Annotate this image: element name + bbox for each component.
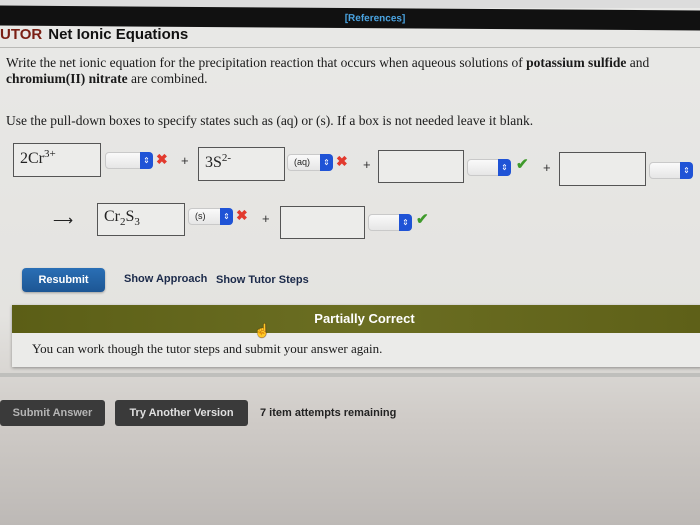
subscript: 3 [134, 216, 140, 228]
select-arrow-icon: ⇕ [680, 162, 693, 179]
question-part: Write the net ionic equation for the pre… [6, 55, 527, 70]
reactant-3-state-select[interactable]: ⇕ [467, 159, 511, 176]
state-value: (s) [195, 211, 206, 221]
select-arrow-icon: ⇕ [140, 152, 153, 169]
reactant-2-state-select[interactable]: (aq) ⇕ [287, 154, 333, 171]
feedback-status-bar: Partially Correct [12, 305, 700, 333]
hand-cursor-icon: ☝ [254, 323, 271, 338]
incorrect-x-icon: ✖ [236, 207, 248, 223]
question-text: Write the net ionic equation for the pre… [6, 55, 686, 87]
reagent-2: chromium(II) nitrate [6, 71, 128, 86]
state-value: (aq) [294, 157, 311, 167]
question-part: are combined. [127, 71, 208, 86]
reaction-arrow: ⟶ [53, 212, 74, 228]
plus-sign: + [363, 157, 371, 172]
incorrect-x-icon: ✖ [156, 151, 168, 167]
select-arrow-icon: ⇕ [220, 208, 233, 225]
product-2-input[interactable] [280, 206, 365, 239]
try-another-version-button[interactable]: Try Another Version [115, 400, 248, 426]
submit-answer-button[interactable]: Submit Answer [0, 400, 105, 426]
resubmit-button[interactable]: Resubmit [22, 268, 105, 292]
section-divider [0, 373, 700, 377]
references-link[interactable]: [References] [345, 13, 406, 24]
plus-sign: + [181, 153, 189, 168]
correct-check-icon: ✔ [516, 156, 529, 173]
coef: 2 [20, 150, 28, 167]
reagent-1: potassium sulfide [526, 55, 627, 70]
select-arrow-icon: ⇕ [399, 214, 412, 231]
attempts-remaining: 7 item attempts remaining [260, 407, 397, 419]
feedback-message: You can work though the tutor steps and … [32, 341, 383, 356]
correct-check-icon: ✔ [416, 211, 429, 228]
element: Cr [104, 208, 120, 225]
reactant-1-input[interactable]: 2Cr3+ [13, 143, 101, 177]
page-header: UTOR Net Ionic Equations [0, 26, 700, 48]
question-part: and [626, 55, 650, 70]
charge: 3+ [44, 148, 56, 160]
product-1-input[interactable]: Cr2S3 [97, 203, 185, 236]
reactant-3-input[interactable] [378, 150, 464, 183]
reactant-4-state-select[interactable]: ⇕ [649, 162, 693, 179]
feedback-status: Partially Correct [314, 311, 415, 326]
product-1-state-select[interactable]: (s) ⇕ [188, 208, 233, 225]
reactant-2-input[interactable]: 3S2- [198, 147, 285, 181]
reactant-1-state-select[interactable]: ⇕ [105, 152, 153, 169]
show-tutor-steps-link[interactable]: Show Tutor Steps [216, 274, 309, 286]
plus-sign: + [262, 211, 270, 226]
formula: S [213, 154, 222, 171]
tutor-label: UTOR [0, 26, 43, 43]
coef: 3 [205, 154, 213, 171]
select-arrow-icon: ⇕ [320, 154, 333, 171]
show-approach-link[interactable]: Show Approach [124, 273, 207, 285]
select-arrow-icon: ⇕ [498, 159, 511, 176]
page-title: Net Ionic Equations [48, 26, 189, 43]
reactant-4-input[interactable] [559, 152, 646, 186]
plus-sign: + [543, 160, 551, 175]
feedback-panel: Partially Correct You can work though th… [12, 305, 700, 367]
charge: 2- [221, 152, 232, 164]
instructions: Use the pull-down boxes to specify state… [6, 113, 534, 128]
product-2-state-select[interactable]: ⇕ [368, 214, 412, 231]
formula: Cr [28, 150, 44, 167]
incorrect-x-icon: ✖ [336, 153, 348, 169]
